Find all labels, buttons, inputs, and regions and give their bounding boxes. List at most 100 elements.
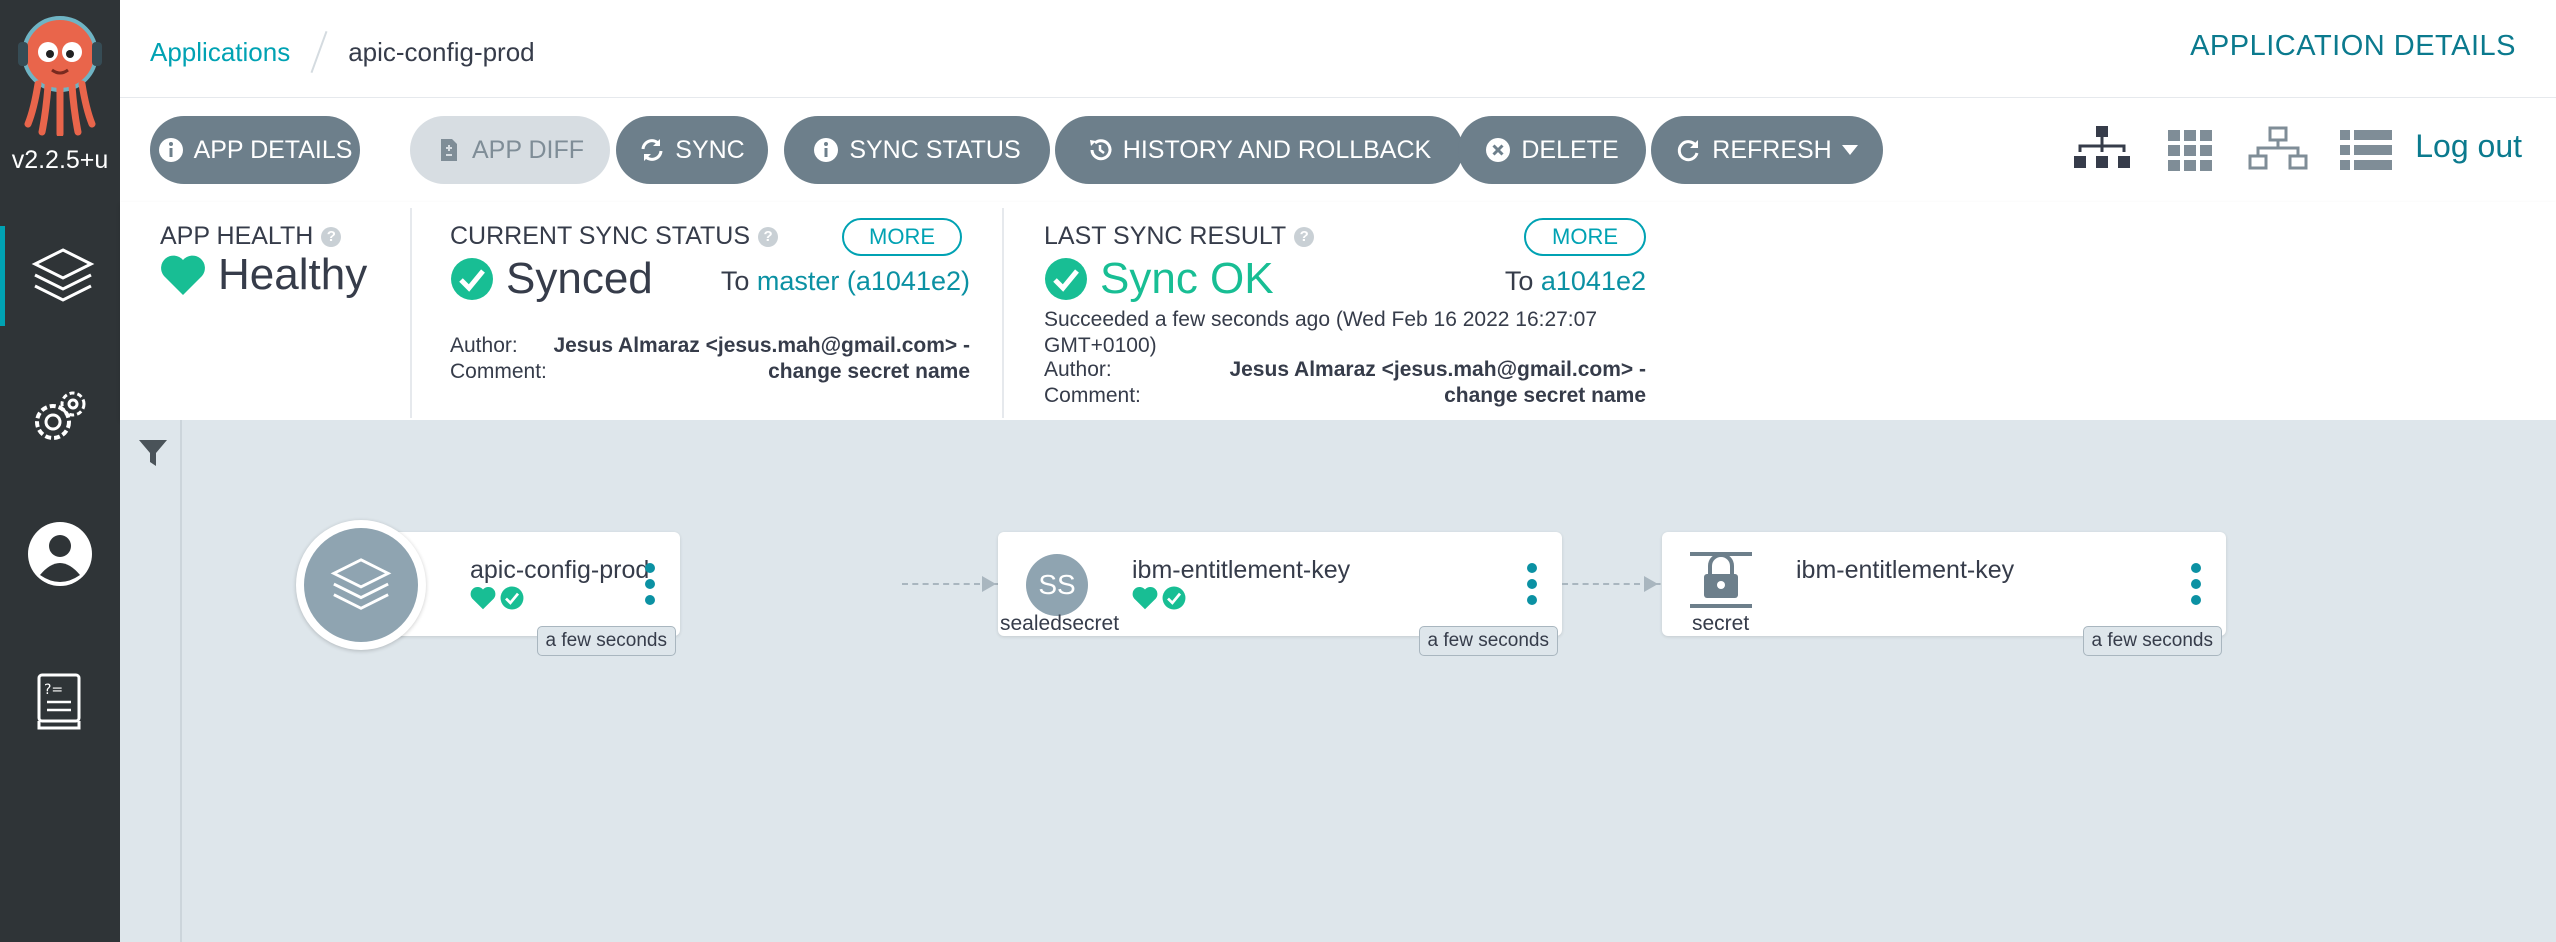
- last-sync-comment-value: change secret name: [1444, 384, 1646, 407]
- argo-logo[interactable]: [10, 14, 110, 138]
- last-sync-value: Sync OK: [1044, 254, 1274, 304]
- caret-down-icon: [1841, 145, 1858, 155]
- current-sync-author-label: Author:: [450, 334, 518, 357]
- application-icon-circle: [296, 520, 426, 650]
- sync-icon: [641, 139, 663, 161]
- sync-button[interactable]: SYNC: [616, 116, 768, 184]
- history-rollback-label: HISTORY AND ROLLBACK: [1122, 135, 1432, 164]
- sync-status-label: SYNC STATUS: [849, 135, 1021, 164]
- file-diff-icon: [440, 139, 457, 161]
- current-sync-title-text: CURRENT SYNC STATUS: [450, 222, 751, 250]
- last-sync-target: To a1041e2: [1505, 266, 1646, 297]
- delete-label: DELETE: [1521, 135, 1619, 164]
- edge-arrow: [982, 576, 996, 592]
- app-health-value: Healthy: [160, 250, 367, 300]
- current-sync-comment-value: change secret name: [768, 360, 970, 383]
- last-sync-succeeded-line2: GMT+0100): [1044, 334, 1157, 357]
- network-view-icon[interactable]: [2248, 126, 2308, 174]
- list-view-icon[interactable]: [2336, 126, 2396, 174]
- app-health-text: Healthy: [218, 250, 368, 299]
- toolbar: APP DETAILS APP DIFF SYNC SYNC STATUS HI…: [120, 98, 2556, 202]
- status-divider: [1002, 208, 1004, 418]
- more-vertical-icon[interactable]: [1524, 562, 1540, 606]
- node-kind: secret: [1692, 612, 1750, 635]
- refresh-label: REFRESH: [1712, 135, 1832, 164]
- last-sync-more-button[interactable]: MORE: [1524, 218, 1646, 256]
- history-rollback-button[interactable]: HISTORY AND ROLLBACK: [1055, 116, 1463, 184]
- breadcrumb-separator: [310, 30, 328, 74]
- edge-arrow: [1644, 576, 1658, 592]
- app-health-title-text: APP HEALTH: [160, 222, 314, 250]
- age-badge: a few seconds: [536, 626, 676, 656]
- page-title: APPLICATION DETAILS: [2190, 30, 2516, 62]
- refresh-button[interactable]: REFRESH: [1651, 116, 1883, 184]
- filter-sidebar: [120, 420, 182, 942]
- breadcrumb-current: apic-config-prod: [348, 36, 535, 67]
- top-bar: Applications apic-config-prod APPLICATIO…: [120, 0, 2556, 98]
- nav-settings[interactable]: [0, 367, 120, 467]
- current-sync-target: To master (a1041e2): [721, 266, 970, 297]
- app-diff-button[interactable]: APP DIFF: [410, 116, 610, 184]
- heart-icon: [470, 587, 496, 610]
- app-details-label: APP DETAILS: [193, 135, 353, 164]
- nav-applications[interactable]: [0, 226, 120, 326]
- svg-text:?=: ?=: [44, 682, 63, 698]
- last-sync-comment-label: Comment:: [1044, 384, 1141, 407]
- current-sync-to-label: To: [720, 266, 750, 296]
- app-health-title: APP HEALTH ?: [160, 222, 342, 251]
- app-diff-label: APP DIFF: [471, 135, 585, 164]
- refresh-icon: [1678, 140, 1699, 162]
- check-circle-icon: [500, 586, 524, 610]
- node-kind: sealedsecret: [1000, 612, 1120, 635]
- current-sync-comment-label: Comment:: [450, 360, 547, 383]
- check-circle-icon: [451, 258, 493, 300]
- nav-user-info[interactable]: [0, 504, 120, 604]
- last-sync-title: LAST SYNC RESULT ?: [1044, 222, 1315, 251]
- current-sync-revision-link[interactable]: master (a1041e2): [757, 266, 970, 296]
- tree-view-icon[interactable]: [2072, 126, 2132, 174]
- heart-icon: [161, 255, 205, 295]
- node-status-icons: [1132, 586, 1186, 610]
- help-icon[interactable]: ?: [321, 226, 342, 247]
- status-divider: [410, 208, 412, 418]
- graph-node-secret[interactable]: secret ibm-entitlement-key a few seconds: [1662, 532, 2226, 656]
- gears-icon: [35, 391, 86, 440]
- last-sync-succeeded-line1: Succeeded a few seconds ago (Wed Feb 16 …: [1044, 308, 1598, 331]
- logout-link[interactable]: Log out: [2415, 128, 2522, 165]
- current-sync-text: Synced: [506, 254, 653, 303]
- last-sync-revision-link[interactable]: a1041e2: [1541, 266, 1646, 296]
- sync-label: SYNC: [675, 135, 745, 164]
- last-sync-text: Sync OK: [1100, 254, 1274, 303]
- age-badge: a few seconds: [2082, 626, 2222, 656]
- current-sync-panel: CURRENT SYNC STATUS ? MORE Synced To mas…: [450, 202, 970, 420]
- graph-node-sealedsecret[interactable]: SS sealedsecret ibm-entitlement-key a fe…: [998, 532, 1562, 656]
- current-sync-value: Synced: [450, 254, 653, 304]
- breadcrumb-applications-link[interactable]: Applications: [150, 37, 290, 68]
- layers-icon: [330, 558, 392, 610]
- info-icon: [158, 138, 183, 162]
- delete-button[interactable]: DELETE: [1458, 116, 1646, 184]
- pods-view-icon[interactable]: [2160, 126, 2220, 174]
- resource-tree: apic-config-prod a few seconds SS sealed…: [120, 420, 2556, 942]
- current-sync-more-button[interactable]: MORE: [842, 218, 962, 256]
- node-name: ibm-entitlement-key: [1132, 556, 1351, 584]
- secret-lock-icon: [1690, 552, 1752, 608]
- help-icon[interactable]: ?: [1294, 226, 1315, 247]
- version-label: v2.2.5+u: [11, 146, 109, 174]
- age-badge: a few seconds: [1418, 626, 1558, 656]
- view-switcher: [2072, 126, 2396, 174]
- more-vertical-icon[interactable]: [2188, 562, 2204, 606]
- nav-docs[interactable]: ?=: [0, 652, 120, 752]
- current-sync-title: CURRENT SYNC STATUS ?: [450, 222, 779, 251]
- last-sync-author-label: Author:: [1044, 358, 1112, 381]
- filter-icon[interactable]: [138, 438, 168, 468]
- current-sync-author-value: Jesus Almaraz <jesus.mah@gmail.com> -: [553, 334, 970, 357]
- sealedsecret-icon: SS: [1026, 554, 1088, 616]
- last-sync-to-label: To: [1504, 266, 1534, 296]
- breadcrumb: Applications apic-config-prod: [150, 30, 535, 74]
- app-details-button[interactable]: APP DETAILS: [150, 116, 360, 184]
- help-icon[interactable]: ?: [758, 226, 779, 247]
- sync-status-button[interactable]: SYNC STATUS: [784, 116, 1050, 184]
- more-vertical-icon[interactable]: [642, 562, 658, 606]
- heart-icon: [1132, 587, 1158, 610]
